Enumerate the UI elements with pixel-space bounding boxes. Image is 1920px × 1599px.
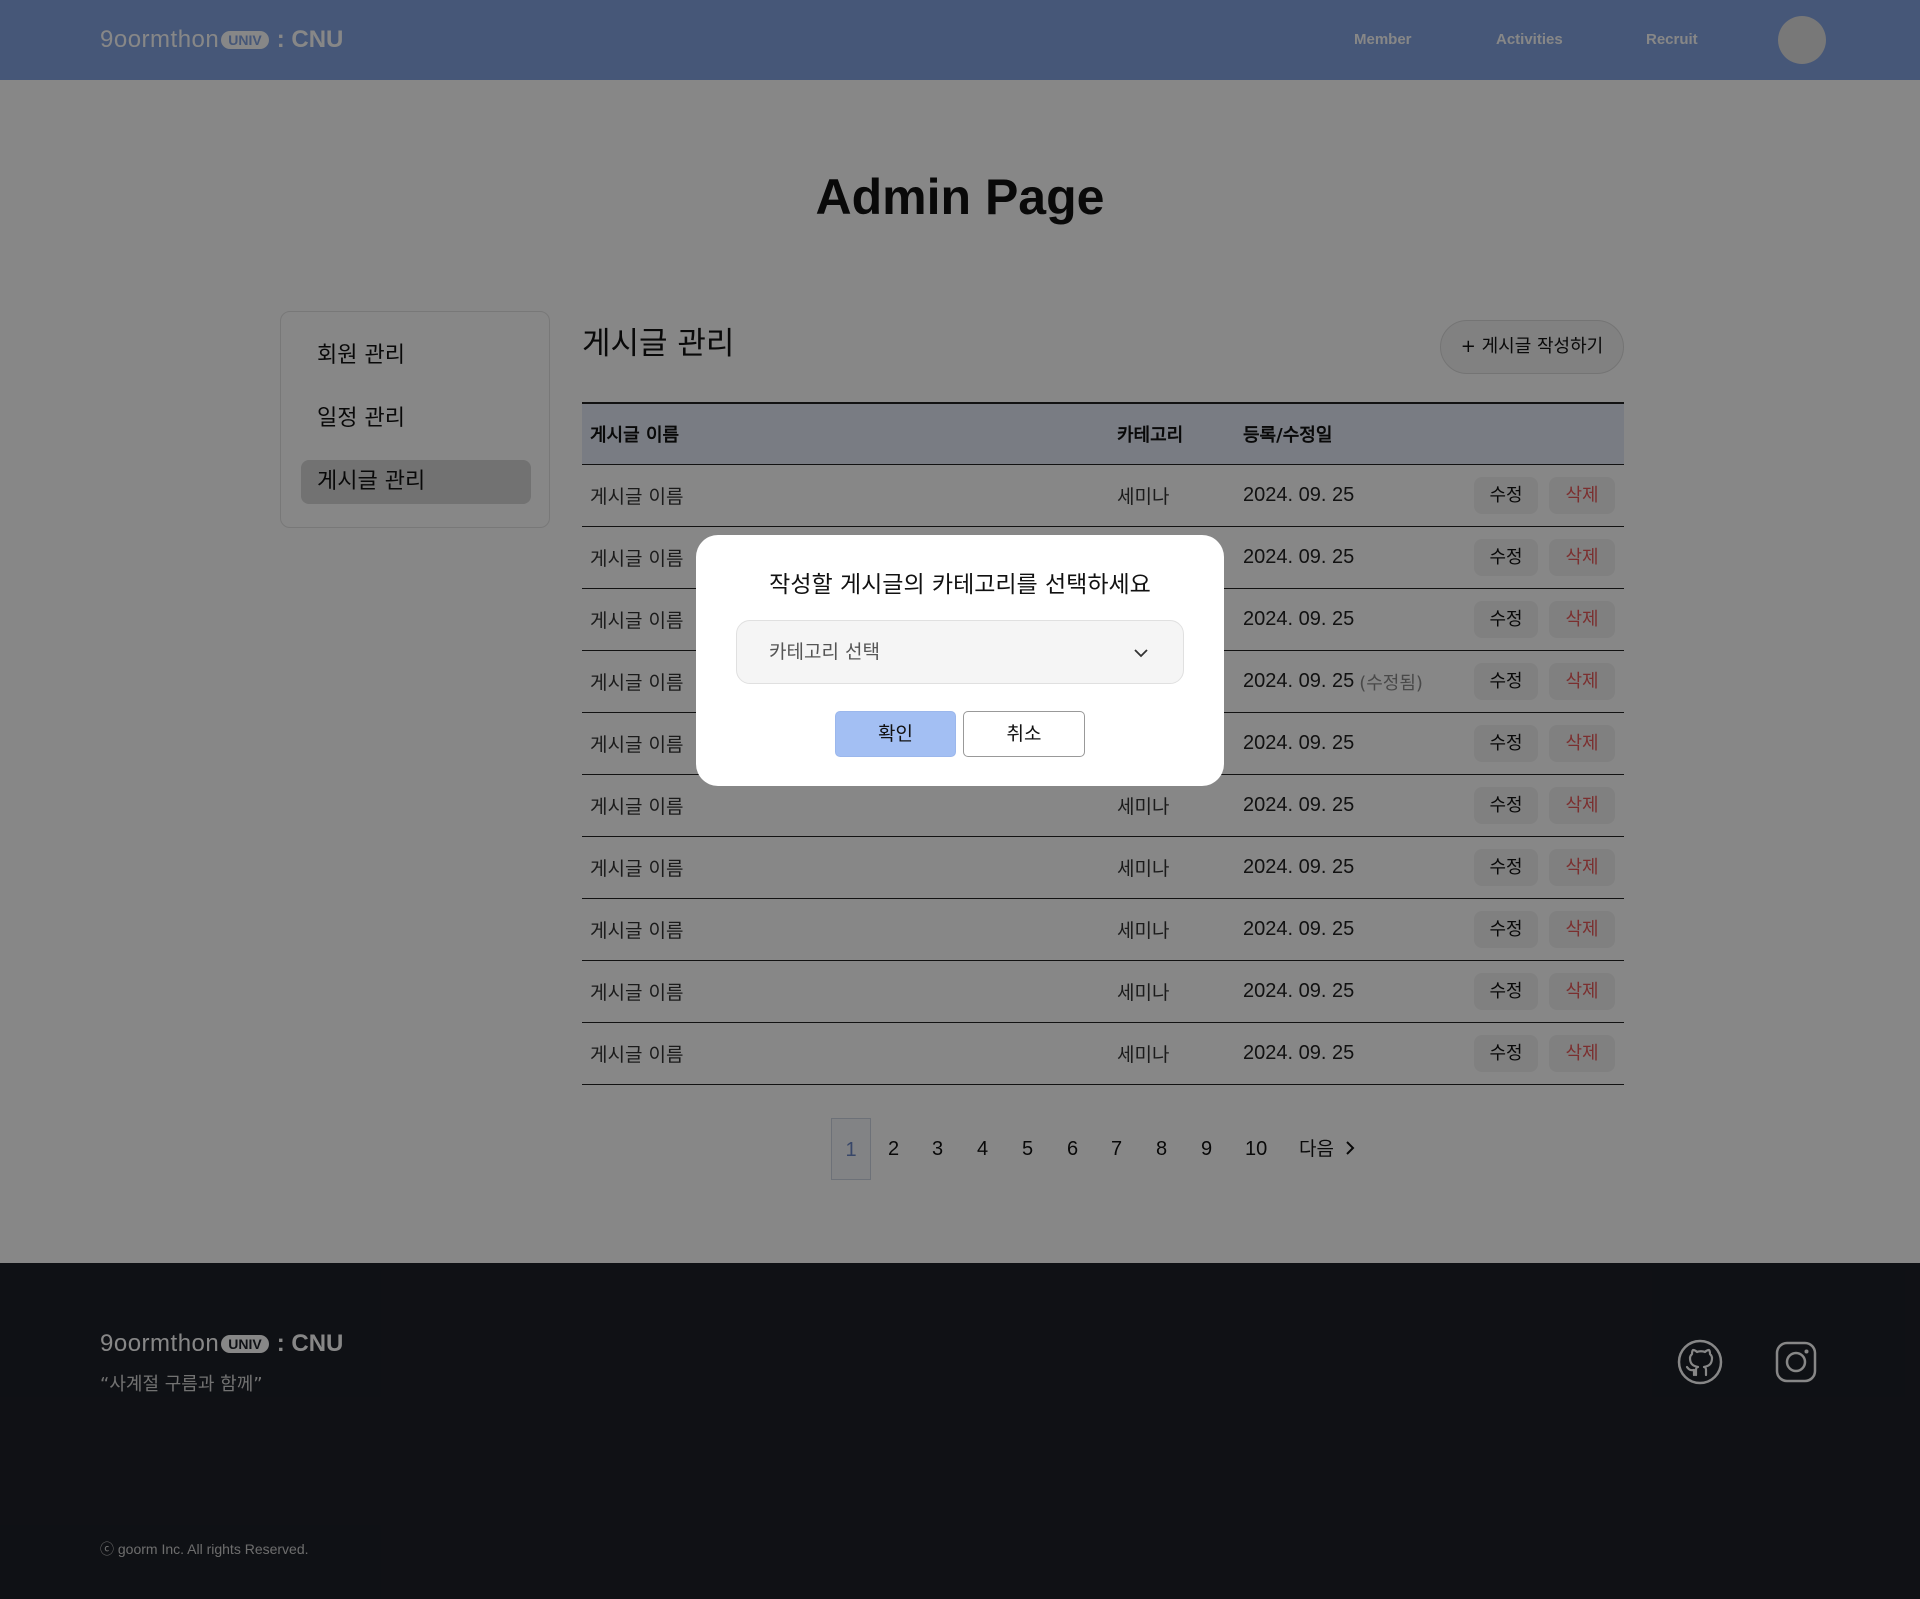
category-modal: 작성할 게시글의 카테고리를 선택하세요 카테고리 선택 확인 취소 (696, 535, 1224, 786)
modal-title: 작성할 게시글의 카테고리를 선택하세요 (769, 572, 1151, 598)
chevron-down-icon (1134, 649, 1148, 658)
category-select[interactable]: 카테고리 선택 (736, 620, 1184, 684)
category-select-value: 카테고리 선택 (769, 641, 880, 663)
modal-overlay[interactable] (0, 0, 1920, 1599)
confirm-button[interactable]: 확인 (835, 711, 956, 757)
cancel-button[interactable]: 취소 (963, 711, 1085, 757)
